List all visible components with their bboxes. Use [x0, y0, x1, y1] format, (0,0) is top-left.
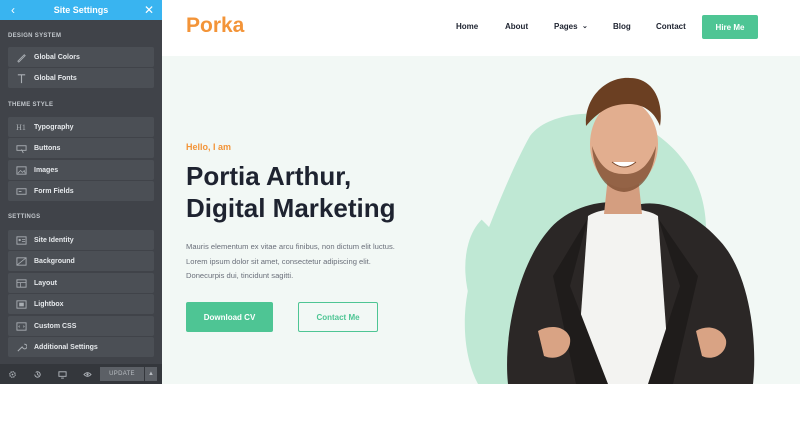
sidebar-item-custom-css[interactable]: Custom CSS — [8, 316, 154, 336]
sidebar-item-label: Typography — [34, 123, 74, 131]
sidebar-item-label: Site Identity — [34, 236, 74, 244]
sidebar-item-label: Layout — [34, 279, 57, 287]
brush-icon — [14, 51, 28, 63]
back-icon[interactable]: ‹ — [6, 4, 20, 16]
sidebar-item-label: Form Fields — [34, 187, 74, 195]
website-preview: Porka Home About Pages ⌄ Blog Contact Hi… — [162, 0, 800, 444]
nav-link-about[interactable]: About — [505, 22, 528, 31]
nav-link-pages[interactable]: Pages — [554, 22, 578, 31]
sidebar-item-label: Images — [34, 166, 59, 174]
hero-section: Hello, I am Portia Arthur, Digital Marke… — [162, 56, 800, 384]
sidebar-item-global-fonts[interactable]: Global Fonts — [8, 68, 154, 88]
heading-icon: H1 — [16, 122, 26, 132]
image-icon — [14, 164, 28, 176]
wrench-icon — [14, 341, 28, 353]
section-theme-style: THEME STYLE — [8, 102, 54, 108]
sidebar-item-buttons[interactable]: Buttons — [8, 138, 154, 158]
sidebar-item-label: Buttons — [34, 144, 61, 152]
site-header: Porka Home About Pages ⌄ Blog Contact Hi… — [162, 0, 800, 56]
sidebar-item-global-colors[interactable]: Global Colors — [8, 47, 154, 67]
panel-footer: UPDATE ▲ — [0, 364, 162, 384]
sidebar-item-label: Additional Settings — [34, 343, 98, 351]
layout-icon — [14, 277, 28, 289]
update-button[interactable]: UPDATE — [100, 367, 144, 381]
gear-icon[interactable] — [6, 368, 18, 380]
sidebar-item-additional-settings[interactable]: Additional Settings — [8, 337, 154, 357]
section-design-system: DESIGN SYSTEM — [8, 33, 62, 39]
chevron-down-icon[interactable]: ⌄ — [582, 22, 588, 30]
hero-title-line-2: Digital Marketing — [186, 193, 396, 223]
contact-me-button[interactable]: Contact Me — [298, 302, 378, 332]
sidebar-item-images[interactable]: Images — [8, 160, 154, 180]
hero-greeting: Hello, I am — [186, 142, 232, 152]
panel-title: Site Settings — [53, 5, 109, 15]
sidebar-item-label: Lightbox — [34, 300, 64, 308]
hire-me-button[interactable]: Hire Me — [702, 15, 758, 39]
hero-description-line: Donecurpis dui, tincidunt sagitti. — [186, 271, 294, 280]
sidebar-item-label: Custom CSS — [34, 322, 77, 330]
panel-header: ‹ Site Settings ✕ — [0, 0, 162, 20]
caret-up-icon[interactable]: ▲ — [145, 367, 157, 381]
code-icon — [14, 320, 28, 332]
hero-portrait-image — [464, 77, 755, 384]
close-icon[interactable]: ✕ — [142, 4, 156, 16]
sidebar-item-lightbox[interactable]: Lightbox — [8, 294, 154, 314]
hero-description: Mauris elementum ex vitae arcu finibus, … — [186, 240, 446, 284]
lightbox-icon — [14, 298, 28, 310]
sidebar-item-layout[interactable]: Layout — [8, 273, 154, 293]
site-settings-panel: ‹ Site Settings ✕ DESIGN SYSTEM Global C… — [0, 0, 162, 384]
sidebar-item-label: Background — [34, 257, 75, 265]
hero-description-line: Lorem ipsum dolor sit amet, consectetur … — [186, 256, 371, 266]
form-icon — [14, 185, 28, 197]
id-card-icon — [14, 234, 28, 246]
sidebar-item-typography[interactable]: H1 Typography — [8, 117, 154, 137]
sidebar-item-label: Global Fonts — [34, 74, 77, 82]
hero-title: Portia Arthur, Digital Marketing — [186, 160, 486, 224]
sidebar-item-site-identity[interactable]: Site Identity — [8, 230, 154, 250]
hero-description-line: Mauris elementum ex vitae arcu finibus, … — [186, 242, 395, 251]
download-cv-button[interactable]: Download CV — [186, 302, 273, 332]
background-icon — [14, 255, 28, 267]
sidebar-item-background[interactable]: Background — [8, 251, 154, 271]
site-logo[interactable]: Porka — [186, 14, 244, 38]
hero-title-line-1: Portia Arthur, — [186, 161, 352, 191]
nav-link-home[interactable]: Home — [456, 22, 478, 31]
nav-link-blog[interactable]: Blog — [613, 22, 631, 31]
section-settings: SETTINGS — [8, 214, 41, 220]
eye-icon[interactable] — [81, 368, 93, 380]
responsive-icon[interactable] — [56, 368, 68, 380]
sidebar-item-label: Global Colors — [34, 53, 80, 61]
button-icon — [14, 142, 28, 154]
nav-link-contact[interactable]: Contact — [656, 22, 686, 31]
font-icon — [14, 72, 28, 84]
history-icon[interactable] — [31, 368, 43, 380]
sidebar-item-form-fields[interactable]: Form Fields — [8, 181, 154, 201]
